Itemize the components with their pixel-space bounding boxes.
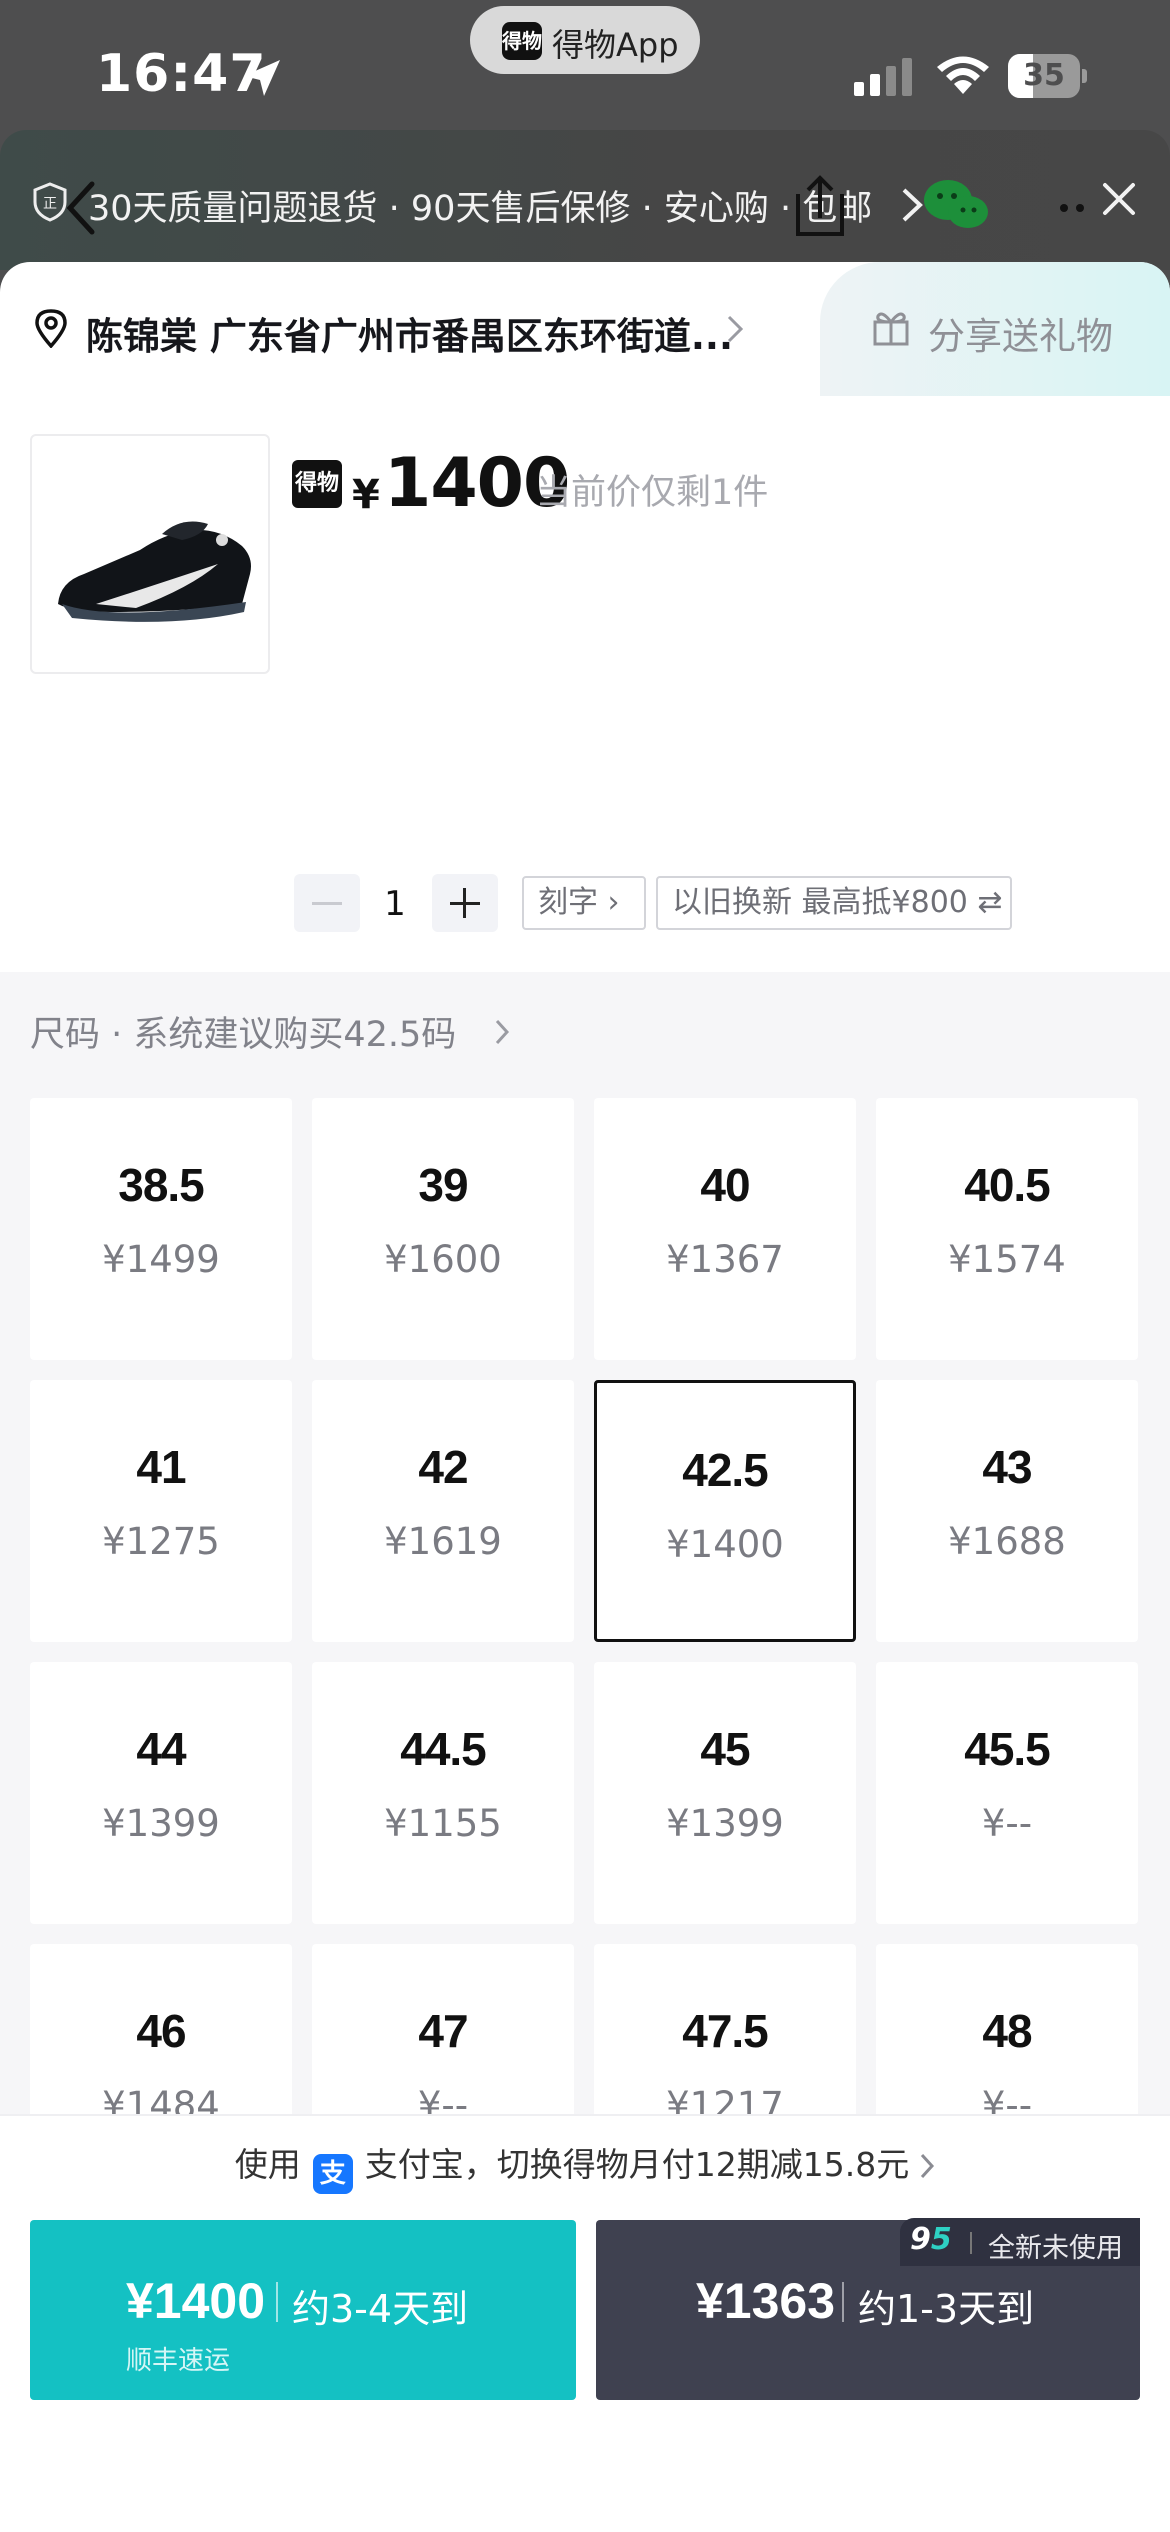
battery-indicator: 35 [1008, 54, 1087, 98]
size-price: ¥1600 [384, 1238, 502, 1281]
promo-text: 支付宝，切换得物月付12期减15.8元 [364, 2145, 910, 2184]
size-label: 42 [418, 1441, 468, 1493]
size-option[interactable]: 45.5 ¥-- [876, 1662, 1138, 1924]
cellular-signal-icon [854, 58, 912, 96]
size-label: 48 [982, 2005, 1032, 2057]
size-label: 45 [700, 1723, 750, 1775]
size-label: 45.5 [964, 1723, 1051, 1775]
size-option[interactable]: 43 ¥1688 [876, 1380, 1138, 1642]
size-option[interactable]: 40 ¥1367 [594, 1098, 856, 1360]
price-currency: ¥ [352, 472, 380, 518]
size-label: 47 [418, 2005, 468, 2057]
status-bar: 16:47 得物 得物App 35 [0, 0, 1170, 130]
bottom-purchase-bar: 使用支支付宝，切换得物月付12期减15.8元 ¥1400 约3-4天到 顺丰速运… [0, 2114, 1170, 2532]
size-option[interactable]: 42 ¥1619 [312, 1380, 574, 1642]
size-price: ¥1619 [384, 1520, 502, 1563]
svg-text:正: 正 [43, 196, 57, 212]
size-option[interactable]: 44 ¥1399 [30, 1662, 292, 1924]
size-label: 39 [418, 1159, 468, 1211]
delivery-address: 陈锦棠 广东省广州市番禺区东环街道... [86, 315, 734, 358]
size-price: ¥1400 [666, 1523, 784, 1566]
sneaker-image [58, 521, 251, 622]
size-label: 43 [982, 1441, 1032, 1493]
trade-in-button[interactable]: 以旧换新 最高抵¥800 ⇄ [656, 876, 1012, 930]
size-label: 42.5 [682, 1444, 769, 1496]
size-option[interactable]: 39 ¥1600 [312, 1098, 574, 1360]
fast-delivery-time: 约1-3天到 [858, 2287, 1035, 2331]
express-carrier: 顺丰速运 [126, 2346, 231, 2376]
buy-95-button[interactable]: 95 全新未使用 ¥1363 约1-3天到 [596, 2218, 1140, 2400]
battery-nub [1082, 69, 1087, 83]
location-arrow-icon [244, 60, 280, 96]
close-icon[interactable] [1100, 180, 1138, 218]
size-label: 40 [700, 1159, 750, 1211]
gift-icon [873, 312, 909, 346]
chevron-right-icon [727, 315, 744, 343]
size-price: ¥1275 [102, 1520, 220, 1563]
size-label: 41 [136, 1441, 186, 1493]
divider [970, 2232, 972, 2254]
chevron-right-icon [921, 2153, 935, 2179]
badge-condition-text: 全新未使用 [988, 2233, 1123, 2264]
alipay-icon: 支 [312, 2154, 353, 2194]
engrave-button[interactable]: 刻字 › [522, 876, 646, 930]
stock-note: 当前价仅剩1件 [536, 473, 769, 513]
guarantee-notice-text: 30天质量问题退货 · 90天售后保修 · 安心购 · 包邮 [88, 189, 873, 229]
divider [276, 2282, 278, 2322]
app-switch-pill[interactable]: 得物 得物App [470, 6, 700, 74]
size-price: ¥1574 [948, 1238, 1066, 1281]
wechat-icon[interactable] [920, 176, 992, 234]
share-gift-button[interactable]: 分享送礼物 [820, 262, 1170, 396]
app-logo-icon: 得物 [502, 22, 542, 60]
chevron-right-icon [495, 1019, 510, 1045]
size-option[interactable]: 44.5 ¥1155 [312, 1662, 574, 1924]
size-price: ¥1367 [666, 1238, 784, 1281]
app-pill-label: 得物App [552, 26, 679, 64]
buy-express-button[interactable]: ¥1400 约3-4天到 顺丰速运 [30, 2220, 576, 2400]
express-delivery-time: 约3-4天到 [292, 2287, 469, 2331]
size-price: ¥1688 [948, 1520, 1066, 1563]
guarantee-notice-bar[interactable]: 正 30天质量问题退货 · 90天售后保修 · 安心购 · 包邮 [0, 130, 1170, 270]
size-option[interactable]: 41 ¥1275 [30, 1380, 292, 1642]
size-option[interactable]: 42.5 ¥1400 [594, 1380, 856, 1642]
condition-badge: 95 全新未使用 [900, 2218, 1140, 2266]
size-price: ¥-- [981, 1802, 1033, 1845]
divider [842, 2282, 844, 2322]
badge-num-a: 9 [910, 2222, 931, 2257]
badge-num-b: 5 [930, 2222, 952, 2257]
battery-body: 35 [1008, 54, 1080, 98]
quantity-increase-button[interactable] [432, 874, 498, 932]
size-label: 44.5 [400, 1723, 487, 1775]
more-icon[interactable] [1058, 202, 1094, 214]
quantity-value: 1 [384, 884, 406, 924]
share-icon[interactable] [790, 174, 850, 244]
size-label: 47.5 [682, 2005, 769, 2057]
product-thumbnail[interactable] [30, 434, 270, 674]
size-option[interactable]: 45 ¥1399 [594, 1662, 856, 1924]
size-label: 44 [136, 1723, 186, 1775]
size-label: 38.5 [118, 1159, 205, 1211]
size-label: 40.5 [964, 1159, 1051, 1211]
dewu-price-logo: 得物 [292, 460, 342, 508]
badge-95-logo: 95 [910, 2222, 952, 2257]
size-option[interactable]: 38.5 ¥1499 [30, 1098, 292, 1360]
promo-prefix: 使用 [234, 2145, 301, 2184]
size-label: 46 [136, 2005, 186, 2057]
share-gift-label: 分享送礼物 [928, 315, 1113, 358]
size-price: ¥1399 [666, 1802, 784, 1845]
fast-price: ¥1363 [696, 2273, 836, 2329]
payment-promo[interactable]: 使用支支付宝，切换得物月付12期减15.8元 [0, 2138, 1170, 2194]
battery-level: 35 [1023, 58, 1065, 93]
wifi-icon [937, 56, 989, 94]
quantity-decrease-button[interactable] [294, 874, 360, 932]
size-price: ¥1155 [384, 1802, 502, 1845]
size-option[interactable]: 40.5 ¥1574 [876, 1098, 1138, 1360]
location-pin-icon [35, 309, 67, 348]
size-price: ¥1399 [102, 1802, 220, 1845]
express-price: ¥1400 [126, 2273, 266, 2329]
size-section-heading[interactable]: 尺码 · 系统建议购买42.5码 [30, 1006, 456, 1057]
size-price: ¥1499 [102, 1238, 220, 1281]
